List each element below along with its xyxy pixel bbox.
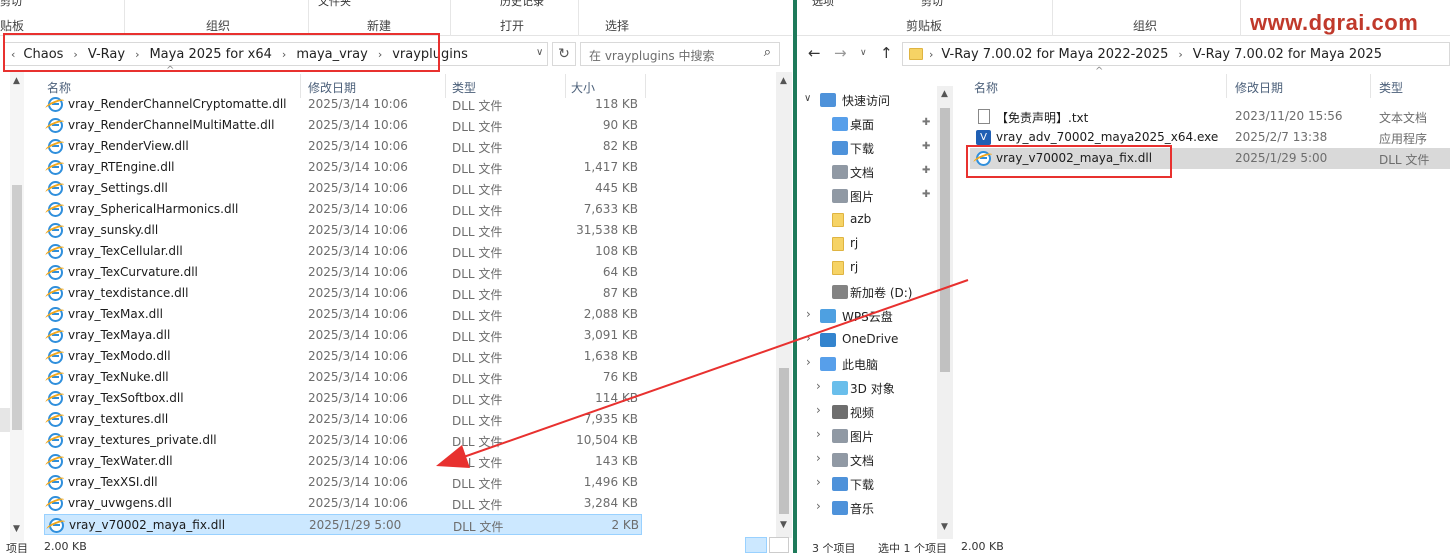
red-arrow-head bbox=[436, 445, 470, 468]
red-arrow-annotation bbox=[436, 279, 969, 468]
red-arrow-line bbox=[454, 279, 969, 461]
